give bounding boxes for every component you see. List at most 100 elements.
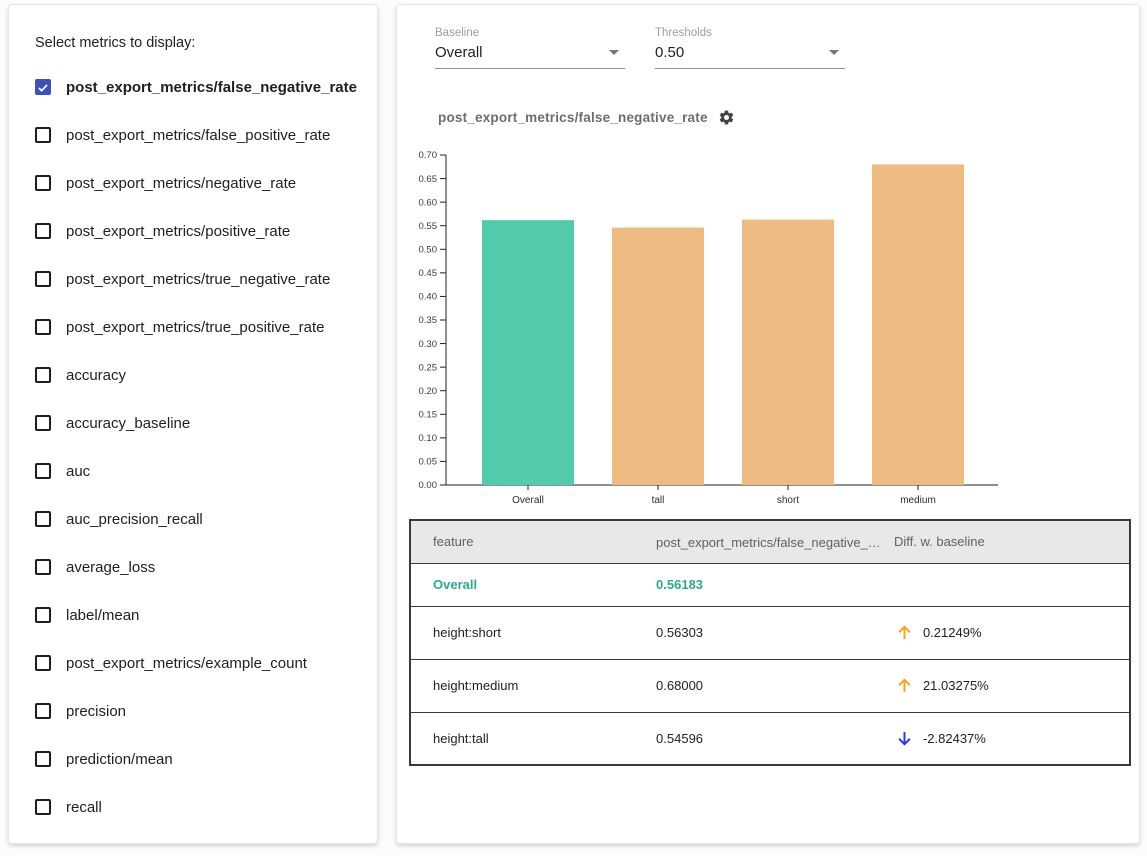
metric-item: post_export_metrics/positive_rate [35,207,359,255]
metric-label[interactable]: post_export_metrics/false_positive_rate [66,127,330,144]
feature-cell: height:medium [410,659,656,712]
metric-value-cell: 0.56303 [656,606,894,659]
metric-label[interactable]: label/mean [66,607,139,624]
svg-text:0.05: 0.05 [419,457,438,468]
metric-value-cell: 0.54596 [656,712,894,765]
metric-label[interactable]: post_export_metrics/negative_rate [66,175,296,192]
table-row[interactable]: height:short0.56303 0.21249% [410,606,1130,659]
baseline-select-value: Overall [435,44,483,61]
diff-value: -2.82437% [923,731,986,746]
svg-text:0.30: 0.30 [419,339,438,350]
metric-item: precision [35,687,359,735]
checkbox-checked-icon[interactable] [35,79,51,95]
checkbox-unchecked-icon[interactable] [35,271,51,287]
table-row[interactable]: Overall0.56183 [410,563,1130,606]
checkbox-unchecked-icon[interactable] [35,415,51,431]
metric-label[interactable]: post_export_metrics/false_negative_rate [66,79,357,96]
results-panel: Baseline Overall Thresholds 0.50 post_ex… [396,4,1140,844]
metrics-table: feature post_export_metrics/false_negati… [409,519,1131,766]
metric-label[interactable]: post_export_metrics/example_count [66,655,307,672]
table-row[interactable]: height:medium0.68000 21.03275% [410,659,1130,712]
checkbox-unchecked-icon[interactable] [35,127,51,143]
checkbox-unchecked-icon[interactable] [35,751,51,767]
chart-title: post_export_metrics/false_negative_rate [438,110,708,125]
checkbox-unchecked-icon[interactable] [35,703,51,719]
metric-label[interactable]: auc_precision_recall [66,511,203,528]
feature-cell: height:short [410,606,656,659]
svg-text:0.50: 0.50 [419,244,438,255]
chevron-down-icon[interactable] [609,50,619,55]
metric-item: post_export_metrics/false_negative_rate [35,63,359,111]
metric-label[interactable]: post_export_metrics/positive_rate [66,223,290,240]
header-metric: post_export_metrics/false_negative_rate [656,520,894,563]
header-feature: feature [410,520,656,563]
svg-text:0.45: 0.45 [419,268,438,279]
checkbox-unchecked-icon[interactable] [35,319,51,335]
svg-text:0.35: 0.35 [419,315,438,326]
feature-cell: Overall [410,563,656,606]
checkbox-unchecked-icon[interactable] [35,175,51,191]
svg-text:0.60: 0.60 [419,197,438,208]
baseline-select[interactable]: Baseline Overall [435,27,625,69]
diff-cell: 0.21249% [894,606,1130,659]
baseline-select-label: Baseline [435,27,625,39]
svg-text:0.10: 0.10 [419,433,438,444]
svg-text:0.55: 0.55 [419,221,438,232]
feature-cell: height:tall [410,712,656,765]
svg-text:0.65: 0.65 [419,174,438,185]
metric-item: post_export_metrics/true_positive_rate [35,303,359,351]
checkbox-unchecked-icon[interactable] [35,607,51,623]
metric-item: accuracy_baseline [35,399,359,447]
bar-chart: 0.000.050.100.150.200.250.300.350.400.45… [401,147,1021,519]
metric-item: prediction/mean [35,735,359,783]
down-arrow-icon [894,728,915,749]
metric-item: label/mean [35,591,359,639]
table-row[interactable]: height:tall0.54596 -2.82437% [410,712,1130,765]
metric-label[interactable]: auc [66,463,90,480]
checkbox-unchecked-icon[interactable] [35,655,51,671]
metric-item: auc [35,447,359,495]
checkbox-unchecked-icon[interactable] [35,367,51,383]
chevron-down-icon[interactable] [829,50,839,55]
svg-text:0.20: 0.20 [419,386,438,397]
thresholds-select[interactable]: Thresholds 0.50 [655,27,845,69]
metric-select-title: Select metrics to display: [35,35,359,51]
diff-value: 21.03275% [923,678,989,693]
metric-select-panel: Select metrics to display: post_export_m… [8,4,378,844]
metric-list: post_export_metrics/false_negative_ratep… [35,63,359,831]
checkbox-unchecked-icon[interactable] [35,799,51,815]
metric-label[interactable]: accuracy [66,367,126,384]
metric-item: post_export_metrics/false_positive_rate [35,111,359,159]
diff-value: 0.21249% [923,625,982,640]
up-arrow-icon [894,622,915,643]
metric-label[interactable]: accuracy_baseline [66,415,190,432]
metric-label[interactable]: average_loss [66,559,155,576]
checkbox-unchecked-icon[interactable] [35,511,51,527]
checkbox-unchecked-icon[interactable] [35,223,51,239]
metric-item: post_export_metrics/negative_rate [35,159,359,207]
metric-label[interactable]: post_export_metrics/true_negative_rate [66,271,330,288]
metric-label[interactable]: recall [66,799,102,816]
metric-value-cell: 0.56183 [656,563,894,606]
metric-value-cell: 0.68000 [656,659,894,712]
svg-text:short: short [777,495,799,506]
svg-text:tall: tall [652,495,665,506]
metric-label[interactable]: precision [66,703,126,720]
metric-item: accuracy [35,351,359,399]
svg-text:medium: medium [900,495,936,506]
metric-item: average_loss [35,543,359,591]
checkbox-unchecked-icon[interactable] [35,463,51,479]
chart-header: post_export_metrics/false_negative_rate [438,109,735,126]
table-header-row: feature post_export_metrics/false_negati… [410,520,1130,563]
checkbox-unchecked-icon[interactable] [35,559,51,575]
metric-item: recall [35,783,359,831]
thresholds-select-value: 0.50 [655,44,684,61]
metric-label[interactable]: post_export_metrics/true_positive_rate [66,319,324,336]
svg-text:Overall: Overall [512,495,544,506]
svg-text:0.40: 0.40 [419,292,438,303]
settings-gear-icon[interactable] [718,109,735,126]
metric-label[interactable]: prediction/mean [66,751,173,768]
diff-cell: 21.03275% [894,659,1130,712]
up-arrow-icon [894,675,915,696]
thresholds-select-label: Thresholds [655,27,845,39]
